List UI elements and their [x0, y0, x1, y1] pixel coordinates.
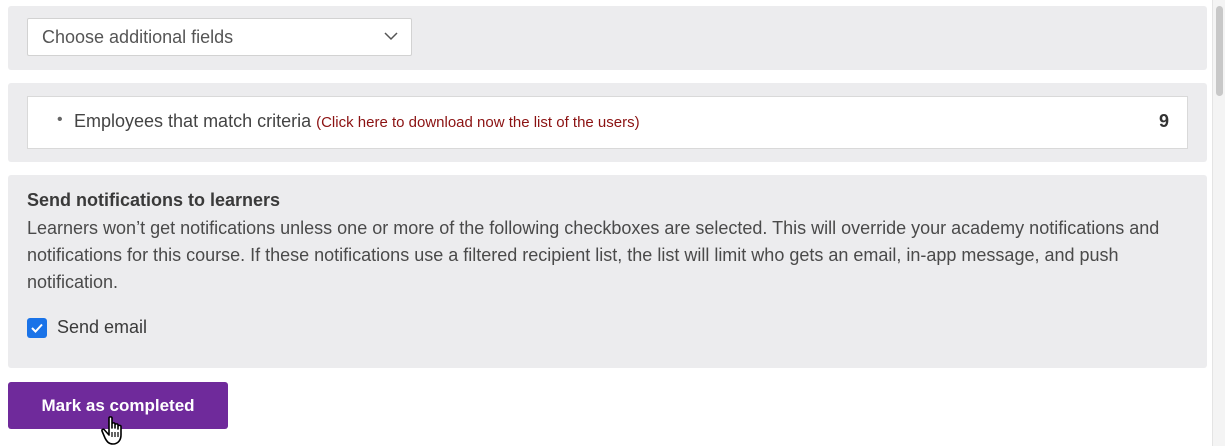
notifications-title: Send notifications to learners: [27, 190, 281, 210]
notifications-panel: Send notifications to learners Learners …: [8, 175, 1207, 368]
match-criteria-panel: • Employees that match criteria (Click h…: [8, 83, 1207, 162]
hand-pointer-icon: [101, 416, 122, 445]
checkmark-icon: [31, 323, 43, 333]
vertical-scrollbar[interactable]: [1212, 0, 1225, 446]
match-criteria-box: • Employees that match criteria (Click h…: [27, 96, 1188, 149]
additional-fields-select[interactable]: Choose additional fields: [27, 18, 412, 56]
notifications-description: Learners won’t get notifications unless …: [27, 218, 1160, 292]
download-users-link[interactable]: (Click here to download now the list of …: [316, 114, 640, 131]
scrollbar-thumb[interactable]: [1216, 6, 1223, 96]
match-criteria-label: Employees that match criteria: [74, 111, 312, 131]
additional-fields-select-label: Choose additional fields: [42, 26, 234, 47]
send-email-label: Send email: [57, 317, 148, 337]
bullet-icon: •: [57, 111, 63, 128]
match-count: 9: [1158, 111, 1169, 131]
chevron-down-icon: [384, 32, 398, 41]
send-email-row: Send email: [27, 317, 147, 338]
send-email-checkbox[interactable]: [27, 317, 47, 338]
match-criteria-text: Employees that match criteria (Click her…: [74, 111, 640, 132]
additional-fields-panel: Choose additional fields: [8, 6, 1207, 70]
page: Choose additional fields • Employees tha…: [0, 0, 1225, 446]
